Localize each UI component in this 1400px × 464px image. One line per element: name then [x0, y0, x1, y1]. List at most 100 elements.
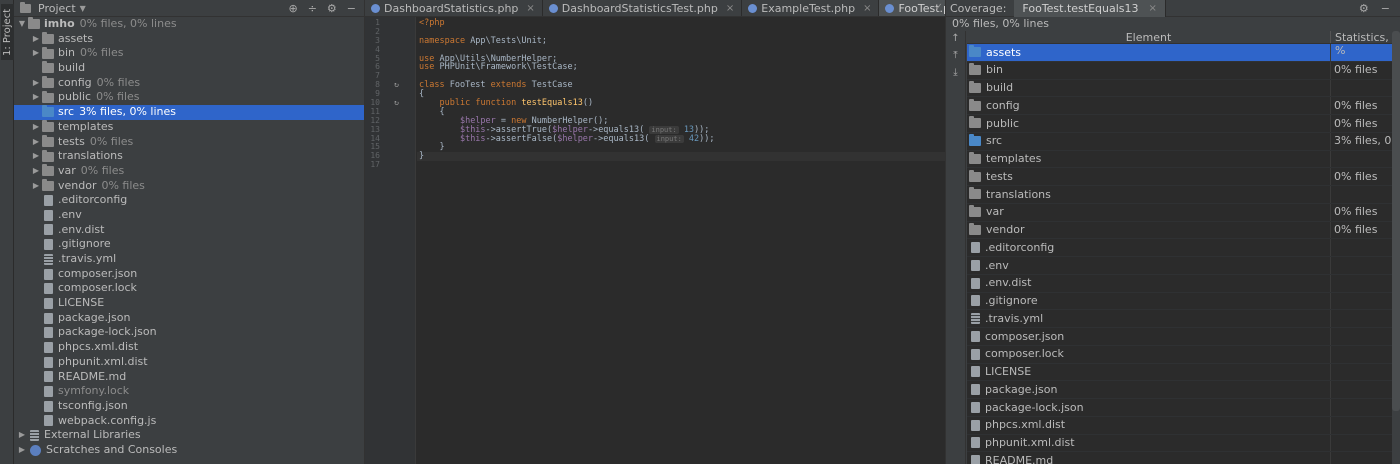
table-row[interactable]: assets: [967, 44, 1392, 62]
tree-item[interactable]: package.json: [14, 311, 364, 326]
chevron-right-icon[interactable]: ▶: [16, 428, 28, 443]
tree-item[interactable]: .travis.yml: [14, 252, 364, 267]
column-header-statistics[interactable]: Statistics, %: [1331, 31, 1392, 57]
chevron-right-icon[interactable]: ▶: [30, 76, 42, 91]
element-cell: composer.lock: [967, 345, 1331, 363]
tree-item[interactable]: build: [14, 61, 364, 76]
tree-item[interactable]: ▼ imho 0% files, 0% lines: [14, 17, 364, 32]
tree-item[interactable]: ▶ Scratches and Consoles: [14, 443, 364, 458]
close-icon[interactable]: ×: [526, 3, 534, 14]
tree-item[interactable]: phpunit.xml.dist: [14, 355, 364, 370]
chevron-right-icon[interactable]: ▶: [30, 164, 42, 179]
chevron-right-icon[interactable]: ▶: [30, 179, 42, 194]
statistics-cell: 0% files: [1334, 169, 1378, 183]
editor-tab[interactable]: DashboardStatistics.php ×: [365, 0, 543, 16]
table-row[interactable]: var 0% files: [967, 203, 1392, 222]
table-row[interactable]: README.md: [967, 452, 1392, 464]
editor-gutter: 1 2 3 4 5 6 7 8 ↻ 9 10 ↻ 11 12 13 14 15 16 17: [365, 17, 416, 464]
coverage-tab[interactable]: FooTest.testEquals13 ×: [1014, 0, 1166, 17]
close-icon[interactable]: ×: [726, 3, 734, 14]
generate-report-icon[interactable]: ⤓: [953, 67, 957, 78]
chevron-right-icon[interactable]: ▶: [16, 443, 28, 458]
table-row[interactable]: .env.dist: [967, 274, 1392, 293]
code-line: public function testEquals13(): [439, 98, 594, 109]
tree-item[interactable]: ▶ public 0% files: [14, 90, 364, 105]
tree-item[interactable]: .env.dist: [14, 223, 364, 238]
table-row[interactable]: LICENSE: [967, 363, 1392, 382]
tree-item[interactable]: .gitignore: [14, 237, 364, 252]
project-view-selector[interactable]: Project ▼: [20, 1, 86, 15]
chevron-right-icon[interactable]: ▶: [30, 135, 42, 150]
tree-item[interactable]: .env: [14, 208, 364, 223]
table-row[interactable]: .gitignore: [967, 292, 1392, 311]
close-icon[interactable]: ×: [863, 3, 871, 14]
chevron-down-icon[interactable]: ▼: [16, 17, 28, 32]
project-tool-button[interactable]: 1: Project: [1, 4, 14, 60]
tree-item[interactable]: README.md: [14, 370, 364, 385]
tree-item[interactable]: tsconfig.json: [14, 399, 364, 414]
chevron-right-icon[interactable]: ▶: [30, 32, 42, 47]
table-row[interactable]: build: [967, 79, 1392, 98]
gear-icon[interactable]: ⚙: [327, 2, 337, 15]
hide-icon[interactable]: −: [1381, 2, 1390, 15]
tree-item[interactable]: ▶ tests 0% files: [14, 135, 364, 150]
table-row[interactable]: composer.json: [967, 328, 1392, 346]
chevron-right-icon[interactable]: ▶: [30, 90, 42, 105]
tree-item[interactable]: ▶ config 0% files: [14, 76, 364, 91]
chevron-right-icon[interactable]: ▶: [30, 149, 42, 164]
tree-item[interactable]: webpack.config.js: [14, 414, 364, 429]
table-row[interactable]: .env: [967, 257, 1392, 275]
tree-item[interactable]: composer.lock: [14, 281, 364, 296]
column-header-element[interactable]: Element: [967, 31, 1331, 44]
table-row[interactable]: composer.lock: [967, 345, 1392, 364]
table-row[interactable]: translations: [967, 186, 1392, 204]
tree-item[interactable]: src 3% files, 0% lines: [14, 105, 364, 120]
collapse-icon[interactable]: ÷: [308, 2, 317, 15]
tree-item[interactable]: LICENSE: [14, 296, 364, 311]
tree-item[interactable]: composer.json: [14, 267, 364, 282]
tree-item[interactable]: ▶ bin 0% files: [14, 46, 364, 61]
table-row[interactable]: bin 0% files: [967, 61, 1392, 80]
element-cell: phpunit.xml.dist: [967, 434, 1331, 452]
chevron-right-icon[interactable]: ▶: [30, 120, 42, 135]
table-row[interactable]: .travis.yml: [967, 310, 1392, 328]
tree-item[interactable]: ▶ translations: [14, 149, 364, 164]
close-icon[interactable]: ×: [1149, 3, 1157, 14]
scrollbar[interactable]: [1392, 31, 1400, 411]
table-row[interactable]: tests 0% files: [967, 168, 1392, 186]
code-area[interactable]: <?php namespace App\Tests\Unit; use App\Ut…: [417, 17, 945, 170]
table-row[interactable]: phpunit.xml.dist: [967, 434, 1392, 453]
table-row[interactable]: config 0% files: [967, 97, 1392, 115]
table-row[interactable]: templates: [967, 150, 1392, 169]
file-icon: [971, 348, 980, 360]
tree-item[interactable]: symfony.lock: [14, 384, 364, 399]
flatten-packages-icon[interactable]: ↑: [951, 33, 959, 44]
locate-icon[interactable]: ⊕: [288, 2, 297, 15]
tree-item[interactable]: package-lock.json: [14, 325, 364, 340]
tree-item[interactable]: ▶ var 0% files: [14, 164, 364, 179]
folder-icon: [42, 134, 54, 147]
hide-icon[interactable]: −: [347, 2, 356, 15]
table-row[interactable]: phpcs.xml.dist: [967, 416, 1392, 435]
table-row[interactable]: package-lock.json: [967, 399, 1392, 417]
editor-tab[interactable]: ExampleTest.php ×: [742, 0, 880, 16]
source-folder-icon: [969, 134, 981, 147]
table-row[interactable]: vendor 0% files: [967, 221, 1392, 240]
scroll-to-source-icon[interactable]: ⤒: [953, 50, 957, 61]
tree-item[interactable]: ▶ templates: [14, 120, 364, 135]
run-test-icon[interactable]: ↻: [394, 98, 399, 108]
table-row[interactable]: src 3% files, 0...: [967, 132, 1392, 151]
tree-item[interactable]: ▶ External Libraries: [14, 428, 364, 443]
coverage-stat: 0% files: [101, 178, 145, 192]
table-row[interactable]: package.json: [967, 381, 1392, 399]
editor-tab[interactable]: DashboardStatisticsTest.php ×: [543, 0, 743, 16]
tree-item[interactable]: .editorconfig: [14, 193, 364, 208]
table-row[interactable]: public 0% files: [967, 115, 1392, 133]
run-test-icon[interactable]: ↻: [394, 80, 399, 90]
chevron-right-icon[interactable]: ▶: [30, 46, 42, 61]
tree-item[interactable]: ▶ assets: [14, 32, 364, 47]
tree-item[interactable]: phpcs.xml.dist: [14, 340, 364, 355]
gear-icon[interactable]: ⚙: [1359, 2, 1369, 15]
table-row[interactable]: .editorconfig: [967, 239, 1392, 257]
tree-item[interactable]: ▶ vendor 0% files: [14, 179, 364, 194]
